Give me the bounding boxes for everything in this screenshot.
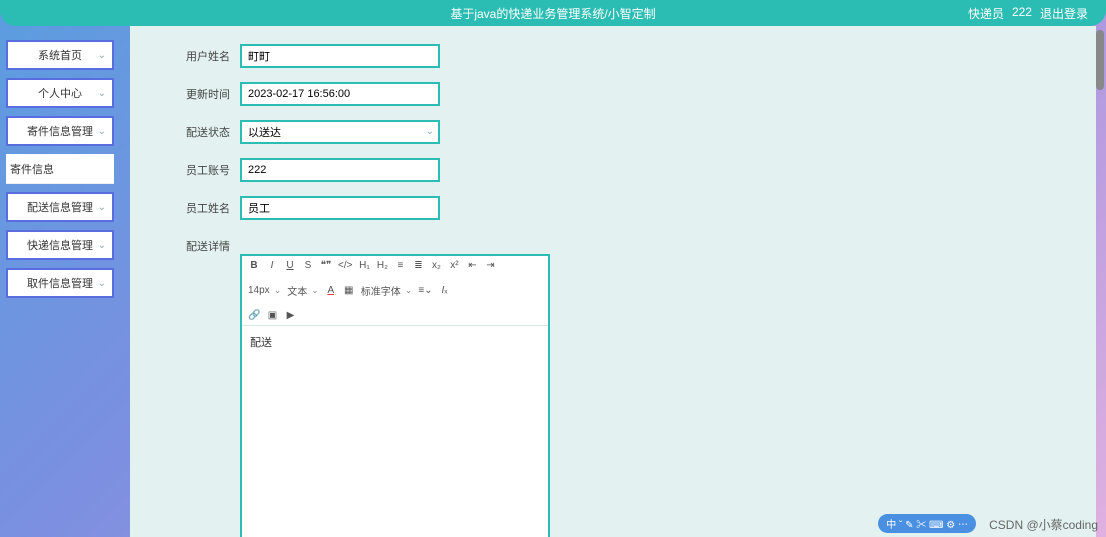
image-icon[interactable]: ▣ [266,310,278,321]
row-staff-no: 员工账号 [170,158,1056,182]
form: 用户姓名 更新时间 配送状态 ⌄ 员工账号 员工姓名 配送详情 [130,26,1096,537]
sidebar-item-shipment-mgmt[interactable]: 寄件信息管理 ⌄ [6,116,114,146]
bg-color-icon[interactable]: ▦ [343,285,355,296]
logout-link[interactable]: 退出登录 [1040,5,1088,22]
sidebar-item-delivery-mgmt[interactable]: 配送信息管理 ⌄ [6,192,114,222]
row-staff-name: 员工姓名 [170,196,1056,220]
bold-icon[interactable]: B [248,260,260,271]
font-size-select[interactable]: 14px [248,285,281,296]
topbar: 基于java的快递业务管理系统/小智定制 快递员 222 退出登录 [0,0,1106,26]
code-icon[interactable]: </> [338,260,352,271]
sidebar-item-label: 寄件信息管理 [27,123,93,139]
link-icon[interactable]: 🔗 [248,310,260,321]
text-color-icon[interactable]: A [325,285,337,296]
user-id: 222 [1012,5,1032,22]
align-icon[interactable]: ≡⌄ [418,285,432,296]
outdent-icon[interactable]: ⇥ [484,260,496,271]
chevron-down-icon: ⌄ [426,126,434,137]
label-delivery-status: 配送状态 [170,124,230,140]
label-user-name: 用户姓名 [170,48,230,64]
indent-icon[interactable]: ⇤ [466,260,478,271]
superscript-icon[interactable]: x² [448,260,460,271]
input-update-time[interactable] [240,82,440,106]
ul-icon[interactable]: ≣ [412,260,424,271]
chevron-down-icon: ⌄ [98,202,106,213]
italic-icon[interactable]: I [266,260,278,271]
sidebar-item-profile[interactable]: 个人中心 ⌄ [6,78,114,108]
video-icon[interactable]: ▶ [284,310,296,321]
row-user-name: 用户姓名 [170,44,1056,68]
select-delivery-status[interactable]: ⌄ [240,120,440,144]
strike-icon[interactable]: S [302,260,314,271]
sidebar-item-label: 系统首页 [38,47,82,63]
rich-editor: B I U S ❝❞ </> H₁ H₂ ≡ ≣ x₂ x² ⇤ ⇥ 14px … [240,254,550,537]
row-detail: 配送详情 [170,234,1056,254]
sidebar: 系统首页 ⌄ 个人中心 ⌄ 寄件信息管理 ⌄ 寄件信息 配送信息管理 ⌄ 快递信息管理 ⌄… [6,40,114,306]
sidebar-item-label: 个人中心 [38,85,82,101]
chevron-down-icon: ⌄ [98,240,106,251]
app-title: 基于java的快递业务管理系统/小智定制 [450,5,655,22]
input-user-name[interactable] [240,44,440,68]
user-role: 快递员 [968,5,1004,22]
topbar-user-block: 快递员 222 退出登录 [968,5,1088,22]
h2-icon[interactable]: H₂ [376,260,388,271]
row-delivery-status: 配送状态 ⌄ [170,120,1056,144]
sidebar-item-shipment-info[interactable]: 寄件信息 [6,154,114,184]
ime-toolbar[interactable]: 中 ˇ ✎ ✂ ⌨ ⚙ ⋯ [878,514,976,533]
row-update-time: 更新时间 [170,82,1056,106]
editor-toolbar: B I U S ❝❞ </> H₁ H₂ ≡ ≣ x₂ x² ⇤ ⇥ 14px … [242,256,548,326]
sidebar-item-label: 配送信息管理 [27,199,93,215]
chevron-down-icon: ⌄ [98,88,106,99]
subscript-icon[interactable]: x₂ [430,260,442,271]
ol-icon[interactable]: ≡ [394,260,406,271]
select-delivery-status-value[interactable] [240,120,440,144]
page-scrollbar[interactable] [1092,0,1106,537]
sidebar-item-label: 取件信息管理 [27,275,93,291]
sidebar-item-home[interactable]: 系统首页 ⌄ [6,40,114,70]
main-panel: 用户姓名 更新时间 配送状态 ⌄ 员工账号 员工姓名 配送详情 [130,26,1096,537]
chevron-down-icon: ⌄ [98,126,106,137]
scrollbar-thumb[interactable] [1096,30,1104,90]
h1-icon[interactable]: H₁ [358,260,370,271]
label-update-time: 更新时间 [170,86,230,102]
font-face-select[interactable]: 标准字体 [361,283,413,298]
sidebar-item-label: 寄件信息 [10,161,54,177]
font-family-select[interactable]: 文本 [287,283,319,298]
quote-icon[interactable]: ❝❞ [320,260,332,271]
label-staff-no: 员工账号 [170,162,230,178]
underline-icon[interactable]: U [284,260,296,271]
sidebar-item-express-mgmt[interactable]: 快递信息管理 ⌄ [6,230,114,260]
sidebar-item-label: 快递信息管理 [27,237,93,253]
input-staff-name[interactable] [240,196,440,220]
label-staff-name: 员工姓名 [170,200,230,216]
label-detail: 配送详情 [170,238,230,254]
sidebar-item-pickup-mgmt[interactable]: 取件信息管理 ⌄ [6,268,114,298]
chevron-down-icon: ⌄ [98,50,106,61]
chevron-down-icon: ⌄ [98,278,106,289]
watermark: CSDN @小蔡coding [989,516,1098,533]
editor-content[interactable]: 配送 [242,326,548,537]
clear-format-icon[interactable]: Iₓ [439,285,451,296]
input-staff-no[interactable] [240,158,440,182]
